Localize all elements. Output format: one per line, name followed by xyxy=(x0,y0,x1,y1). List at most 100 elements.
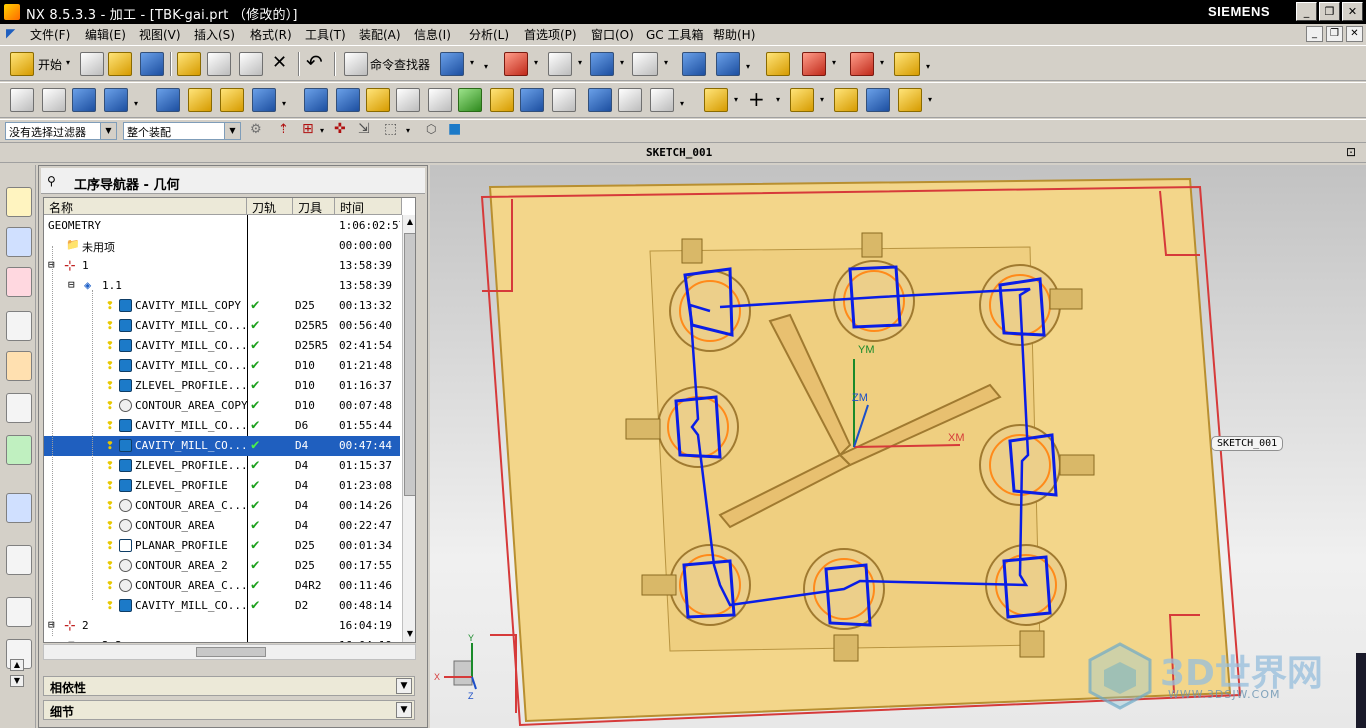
part-navigator-icon[interactable] xyxy=(6,267,32,297)
filter-settings-icon[interactable]: ⚙ xyxy=(250,122,262,137)
create-dropdown-icon[interactable]: ▾ xyxy=(280,97,288,111)
fit-view-icon[interactable] xyxy=(504,52,528,76)
postprocess-icon[interactable] xyxy=(490,88,514,112)
open-folder-icon[interactable] xyxy=(108,52,132,76)
palette-icon[interactable] xyxy=(6,545,32,575)
view-triad[interactable]: Y X Z xyxy=(434,633,477,701)
point-dropdown-icon[interactable]: ▾ xyxy=(774,93,782,107)
measure-dropdown-icon[interactable]: ▾ xyxy=(924,60,932,74)
resource-scroll-down-icon[interactable]: ▼ xyxy=(10,675,24,687)
reuse-library-icon[interactable] xyxy=(6,393,32,423)
fullscreen-icon[interactable]: ⊡ xyxy=(1346,145,1356,159)
datum-axis-icon[interactable] xyxy=(790,88,814,112)
extrude-icon[interactable] xyxy=(834,88,858,112)
cut-icon[interactable] xyxy=(177,52,201,76)
nav-view-dropdown-icon[interactable]: ▾ xyxy=(132,97,140,111)
create-program-icon[interactable] xyxy=(156,88,180,112)
tree-row[interactable]: ❢ ZLEVEL_PROFILE... ✔ D10 01:16:37 xyxy=(44,376,400,396)
tree-vertical-scrollbar[interactable]: ▲ ▼ xyxy=(402,215,415,642)
menu-info[interactable]: 信息(I) xyxy=(414,26,451,43)
copy-icon[interactable] xyxy=(207,52,231,76)
scroll-down-icon[interactable]: ▼ xyxy=(404,627,415,641)
column-header-name[interactable]: 名称 xyxy=(44,198,247,215)
selection-scope-combo[interactable]: 整个装配 ▼ xyxy=(123,122,241,140)
horizontal-scroll-thumb[interactable] xyxy=(196,647,266,657)
datum-plane-icon[interactable] xyxy=(850,52,874,76)
collapse-icon[interactable]: ⊟ xyxy=(68,278,75,291)
menu-insert[interactable]: 插入(S) xyxy=(194,26,235,43)
rectangle-dropdown-icon[interactable]: ▾ xyxy=(404,124,412,138)
doc-minimize-button[interactable]: _ xyxy=(1306,26,1323,42)
menu-format[interactable]: 格式(R) xyxy=(250,26,292,43)
confirm-toolpath-icon[interactable] xyxy=(366,88,390,112)
generate-toolpath-icon[interactable] xyxy=(304,88,328,112)
snap-point-icon[interactable] xyxy=(766,52,790,76)
tree-row[interactable]: ⊟ ⊹ 1 13:58:39 xyxy=(44,256,400,276)
fit-view-dropdown-icon[interactable]: ▾ xyxy=(532,56,540,70)
background-dropdown-icon[interactable]: ▾ xyxy=(662,56,670,70)
tree-row[interactable]: ❢ CAVITY_MILL_CO... ✔ D25R5 02:41:54 xyxy=(44,336,400,356)
feeds-speeds-icon[interactable] xyxy=(588,88,612,112)
chevron-down-icon[interactable]: ▼ xyxy=(100,123,116,139)
rectangle-select-icon[interactable]: ⬚ xyxy=(384,121,397,137)
create-operation-icon[interactable] xyxy=(252,88,276,112)
menu-tools[interactable]: 工具(T) xyxy=(305,26,346,43)
nx-app-icon[interactable] xyxy=(4,4,20,20)
tree-row[interactable]: ❢ CONTOUR_AREA ✔ D4 00:22:47 xyxy=(44,516,400,536)
view-orientation-icon[interactable] xyxy=(716,52,740,76)
menu-analysis[interactable]: 分析(L) xyxy=(469,26,509,43)
datum-axis-dropdown-icon[interactable]: ▾ xyxy=(818,93,826,107)
constraint-navigator-icon[interactable] xyxy=(6,227,32,257)
scroll-thumb[interactable] xyxy=(404,233,415,496)
tree-row[interactable]: ❢ CAVITY_MILL_CO... ✔ D25R5 00:56:40 xyxy=(44,316,400,336)
resource-scroll-up-icon[interactable]: ▲ xyxy=(10,659,24,671)
pin-icon[interactable]: ⚲ xyxy=(47,174,56,188)
snap-endpoint-icon[interactable]: ✜ xyxy=(334,121,346,137)
datum-dropdown-icon[interactable]: ▾ xyxy=(878,56,886,70)
start-dropdown-icon[interactable]: ▾ xyxy=(64,56,72,70)
create-geometry-icon[interactable] xyxy=(220,88,244,112)
create-tool-icon[interactable] xyxy=(188,88,212,112)
tree-row[interactable]: ⊟ ⊹ 2 16:04:19 xyxy=(44,616,400,636)
verify-toolpath-icon[interactable] xyxy=(458,88,482,112)
undo-icon[interactable]: ↶ xyxy=(306,50,323,74)
zoom-icon[interactable] xyxy=(548,52,572,76)
solid-block-icon[interactable] xyxy=(866,88,890,112)
menu-assembly[interactable]: 装配(A) xyxy=(359,26,401,43)
body-select-icon[interactable]: ■ xyxy=(448,121,461,137)
component-select-icon[interactable]: ⬡ xyxy=(426,122,436,136)
menu-window[interactable]: 窗口(O) xyxy=(591,26,634,43)
point-icon[interactable]: + xyxy=(748,87,765,111)
tree-row[interactable]: ⊟ ◈ 2.2 16:04:19 xyxy=(44,636,400,642)
tree-row[interactable]: ❢ ZLEVEL_PROFILE ✔ D4 01:23:08 xyxy=(44,476,400,496)
simulate-machine-icon[interactable] xyxy=(396,88,420,112)
tree-row[interactable]: ❢ CONTOUR_AREA_2 ✔ D25 00:17:55 xyxy=(44,556,400,576)
selection-filter-icon[interactable] xyxy=(802,52,826,76)
deselect-icon[interactable]: ⇲ xyxy=(358,121,370,137)
details-panel[interactable]: 细节 ▼ xyxy=(43,700,415,720)
tree-row[interactable]: ❢ ZLEVEL_PROFILE... ✔ D4 01:15:37 xyxy=(44,456,400,476)
close-button[interactable]: ✕ xyxy=(1342,2,1363,21)
selection-intent-dropdown-icon[interactable]: ▾ xyxy=(468,56,476,70)
scroll-up-icon[interactable]: ▲ xyxy=(404,215,415,229)
tree-row[interactable]: ❢ CONTOUR_AREA_C... ✔ D4 00:14:26 xyxy=(44,496,400,516)
menu-app-icon[interactable]: ◤ xyxy=(6,26,15,40)
maximize-button[interactable]: ❐ xyxy=(1319,2,1340,21)
collapse-icon[interactable]: ⊟ xyxy=(68,638,75,642)
operations-dropdown-icon[interactable]: ▾ xyxy=(678,97,686,111)
select-all-icon[interactable]: ⊞ xyxy=(302,121,314,137)
menu-gc-toolbox[interactable]: GC 工具箱 xyxy=(646,26,704,43)
shop-documentation-icon[interactable] xyxy=(520,88,544,112)
select-dropdown-icon[interactable]: ▾ xyxy=(318,124,326,138)
history-icon[interactable] xyxy=(6,435,32,465)
background-color-icon[interactable] xyxy=(632,52,658,76)
command-finder-label[interactable]: 命令查找器 xyxy=(370,56,430,73)
dependencies-panel[interactable]: 相依性 ▼ xyxy=(43,676,415,696)
list-toolpath-icon[interactable] xyxy=(428,88,452,112)
measure-distance-icon[interactable] xyxy=(894,52,920,76)
tree-horizontal-scrollbar[interactable] xyxy=(43,644,416,660)
start-label[interactable]: 开始 xyxy=(38,56,62,73)
chevron-down-icon[interactable]: ▼ xyxy=(396,702,412,718)
delete-icon[interactable]: ✕ xyxy=(272,52,287,73)
csys-icon[interactable] xyxy=(704,88,728,112)
